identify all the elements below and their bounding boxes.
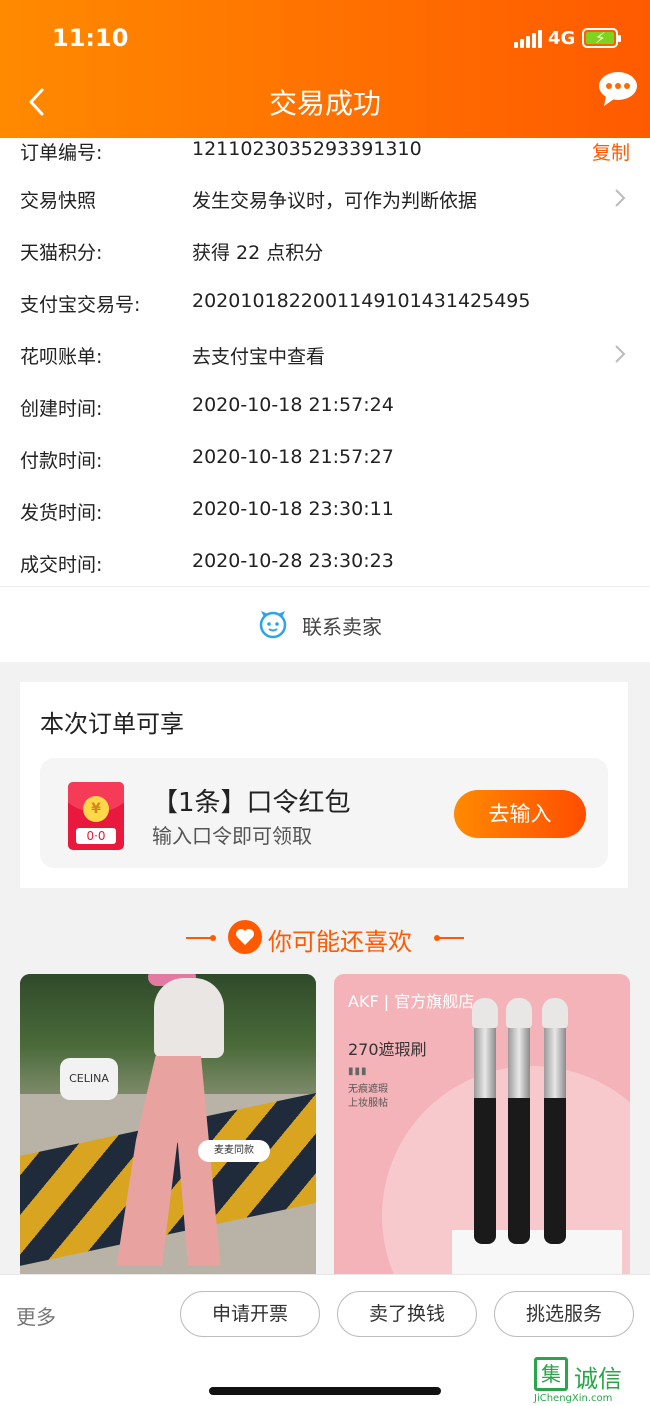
detail-row-paid: 付款时间: 2020-10-18 21:57:27 bbox=[0, 446, 650, 498]
product-dots: ▮▮▮ bbox=[348, 1066, 368, 1077]
chevron-right-icon bbox=[615, 189, 626, 207]
brush-image bbox=[472, 998, 498, 1244]
detail-row-snapshot[interactable]: 交易快照 发生交易争议时，可作为判断依据 bbox=[0, 186, 650, 238]
detail-value: 去支付宝中查看 bbox=[192, 346, 326, 368]
detail-value: 2020-10-18 21:57:27 bbox=[192, 446, 394, 468]
detail-label: 发货时间: bbox=[20, 502, 103, 524]
detail-value: 2020-10-28 23:30:23 bbox=[192, 550, 394, 572]
bag-label: CELINA bbox=[60, 1058, 118, 1100]
page-title: 交易成功 bbox=[268, 87, 381, 120]
coupon-title: 【1条】口令红包 bbox=[152, 788, 351, 818]
network-type: 4G bbox=[548, 28, 576, 49]
benefit-title: 本次订单可享 bbox=[40, 710, 184, 738]
header: 11:10 4G ⚡ 交易成功 bbox=[0, 0, 650, 138]
contact-seller-button[interactable]: 联系卖家 bbox=[0, 586, 650, 662]
resell-button[interactable]: 卖了换钱 bbox=[337, 1291, 477, 1337]
divider-right bbox=[434, 935, 464, 941]
watermark-logo: 集 诚信 JiChengXin.com bbox=[534, 1357, 640, 1404]
detail-row-points: 天猫积分: 获得 22 点积分 bbox=[0, 238, 650, 290]
detail-label: 支付宝交易号: bbox=[20, 294, 141, 316]
watermark-text: 诚信 bbox=[574, 1365, 622, 1393]
detail-label: 成交时间: bbox=[20, 554, 103, 576]
status-time: 11:10 bbox=[52, 24, 129, 52]
product-feature: 无痕遮瑕 bbox=[348, 1084, 388, 1095]
divider-left bbox=[186, 935, 216, 941]
product-tag: 麦麦同款 bbox=[198, 1140, 270, 1162]
product-card-pants[interactable]: CELINA 麦麦同款 bbox=[20, 974, 316, 1274]
detail-value: 2020-10-18 21:57:24 bbox=[192, 394, 394, 416]
red-packet-coupon: ¥ 0·0 【1条】口令红包 输入口令即可领取 去输入 bbox=[40, 758, 608, 868]
detail-row-order-number: 订单编号: 1211023035293391310 复制 bbox=[0, 138, 650, 190]
battery-icon: ⚡ bbox=[582, 28, 621, 48]
detail-label: 订单编号: bbox=[20, 142, 103, 164]
contact-seller-label: 联系卖家 bbox=[302, 615, 382, 639]
signal-icon bbox=[514, 30, 542, 48]
detail-value: 获得 22 点积分 bbox=[192, 242, 324, 264]
detail-label: 花呗账单: bbox=[20, 346, 103, 368]
coupon-subtitle: 输入口令即可领取 bbox=[152, 824, 312, 848]
store-brand: AKF | 官方旗舰店 bbox=[348, 992, 475, 1011]
detail-row-created: 创建时间: 2020-10-18 21:57:24 bbox=[0, 394, 650, 446]
detail-value: 发生交易争议时，可作为判断依据 bbox=[192, 190, 478, 212]
detail-label: 付款时间: bbox=[20, 450, 103, 472]
apply-invoice-button[interactable]: 申请开票 bbox=[180, 1291, 320, 1337]
select-service-button[interactable]: 挑选服务 bbox=[494, 1291, 634, 1337]
detail-row-alipay-number: 支付宝交易号: 2020101822001149101431425495 bbox=[0, 290, 650, 342]
chat-icon[interactable] bbox=[598, 70, 638, 108]
more-button[interactable]: 更多 bbox=[16, 1301, 56, 1330]
red-envelope-icon: ¥ 0·0 bbox=[68, 782, 124, 850]
detail-value: 1211023035293391310 bbox=[192, 138, 422, 160]
brush-image bbox=[542, 998, 568, 1244]
detail-row-shipped: 发货时间: 2020-10-18 23:30:11 bbox=[0, 498, 650, 550]
heart-icon bbox=[228, 920, 262, 954]
brush-image bbox=[506, 998, 532, 1244]
product-feature: 上妆服帖 bbox=[348, 1098, 388, 1109]
detail-label: 交易快照 bbox=[20, 190, 97, 212]
home-indicator bbox=[209, 1387, 441, 1395]
order-details: 订单编号: 1211023035293391310 复制 交易快照 发生交易争议… bbox=[0, 138, 650, 586]
detail-value: 2020101822001149101431425495 bbox=[192, 290, 531, 312]
watermark-url: JiChengXin.com bbox=[534, 1393, 613, 1404]
watermark-box: 集 bbox=[534, 1357, 568, 1391]
recommend-title: 你可能还喜欢 bbox=[268, 928, 412, 956]
enter-code-button[interactable]: 去输入 bbox=[454, 790, 586, 838]
detail-row-huabei[interactable]: 花呗账单: 去支付宝中查看 bbox=[0, 342, 650, 394]
order-benefit-card: 本次订单可享 ¥ 0·0 【1条】口令红包 输入口令即可领取 去输入 bbox=[20, 682, 628, 888]
copy-button[interactable]: 复制 bbox=[592, 138, 630, 165]
chevron-right-icon bbox=[615, 345, 626, 363]
detail-label: 天猫积分: bbox=[20, 242, 103, 264]
detail-value: 2020-10-18 23:30:11 bbox=[192, 498, 394, 520]
recommend-header: 你可能还喜欢 bbox=[0, 916, 650, 960]
bottom-action-bar: 更多 申请开票 卖了换钱 挑选服务 集 诚信 JiChengXin.com bbox=[0, 1274, 650, 1406]
product-card-brush[interactable]: AKF | 官方旗舰店 270遮瑕刷 ▮▮▮ 无痕遮瑕 上妆服帖 bbox=[334, 974, 630, 1274]
envelope-code: 0·0 bbox=[76, 828, 116, 844]
detail-label: 创建时间: bbox=[20, 398, 103, 420]
product-name: 270遮瑕刷 bbox=[348, 1040, 427, 1059]
seller-chat-icon bbox=[259, 611, 287, 639]
